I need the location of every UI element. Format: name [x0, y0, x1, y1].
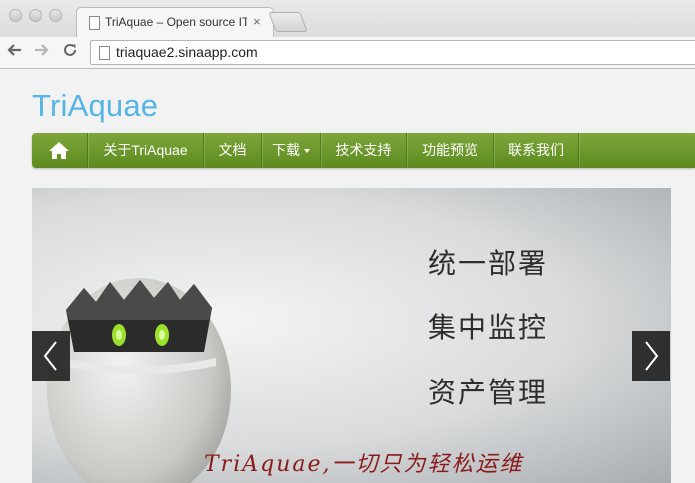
carousel-prev-button[interactable]: [32, 331, 70, 381]
nav-about[interactable]: 关于TriAquae: [88, 133, 204, 168]
slide-line-3: 资产管理: [428, 376, 549, 409]
page-icon: [99, 46, 110, 60]
window-close-button[interactable]: [9, 9, 22, 22]
window-minimize-button[interactable]: [29, 9, 42, 22]
reload-button[interactable]: [62, 42, 78, 62]
slide-line-2: 集中监控: [428, 311, 549, 344]
slide-line-1: 统一部署: [428, 247, 549, 280]
nav-docs[interactable]: 文档: [204, 133, 262, 168]
nav-preview-label: 功能预览: [422, 142, 478, 158]
main-navbar: 关于TriAquae 文档 下载 技术支持 功能预览 联系我们: [32, 133, 695, 168]
forward-button[interactable]: [33, 42, 49, 62]
nav-preview[interactable]: 功能预览: [407, 133, 494, 168]
new-tab-button[interactable]: [268, 12, 308, 32]
page-favicon-icon: [89, 16, 100, 30]
back-button[interactable]: [7, 42, 23, 62]
hero-carousel: 统一部署 集中监控 资产管理 TriAquae,一切只为轻松运维: [32, 188, 671, 483]
dropdown-caret-icon: [304, 149, 310, 154]
address-url[interactable]: triaquae2.sinaapp.com: [116, 44, 258, 60]
home-icon: [49, 142, 69, 159]
address-bar[interactable]: triaquae2.sinaapp.com: [90, 40, 695, 65]
slide-slogan: TriAquae,一切只为轻松运维: [204, 452, 524, 477]
forward-arrow-icon: [35, 44, 49, 56]
window-zoom-button[interactable]: [49, 9, 62, 22]
nav-docs-label: 文档: [218, 142, 247, 158]
browser-tabstrip: TriAquae – Open source IT ×: [0, 0, 695, 38]
chevron-left-icon: [43, 341, 57, 371]
nav-contact-label: 联系我们: [508, 142, 564, 158]
nav-contact[interactable]: 联系我们: [494, 133, 579, 168]
tab-title: TriAquae – Open source IT: [105, 15, 247, 29]
browser-tab[interactable]: TriAquae – Open source IT ×: [76, 7, 274, 38]
carousel-next-button[interactable]: [632, 331, 670, 381]
chevron-right-icon: [645, 341, 659, 371]
back-arrow-icon: [7, 44, 21, 56]
nav-download-label: 下载: [272, 142, 300, 158]
nav-support[interactable]: 技术支持: [321, 133, 407, 168]
nav-download[interactable]: 下载: [262, 133, 321, 168]
reload-icon: [64, 43, 76, 56]
nav-home[interactable]: [32, 133, 88, 168]
site-title[interactable]: TriAquae: [32, 88, 158, 124]
tab-close-icon[interactable]: ×: [253, 14, 261, 29]
nav-about-label: 关于TriAquae: [103, 142, 188, 158]
browser-toolbar: triaquae2.sinaapp.com: [0, 37, 695, 69]
nav-support-label: 技术支持: [335, 142, 392, 158]
